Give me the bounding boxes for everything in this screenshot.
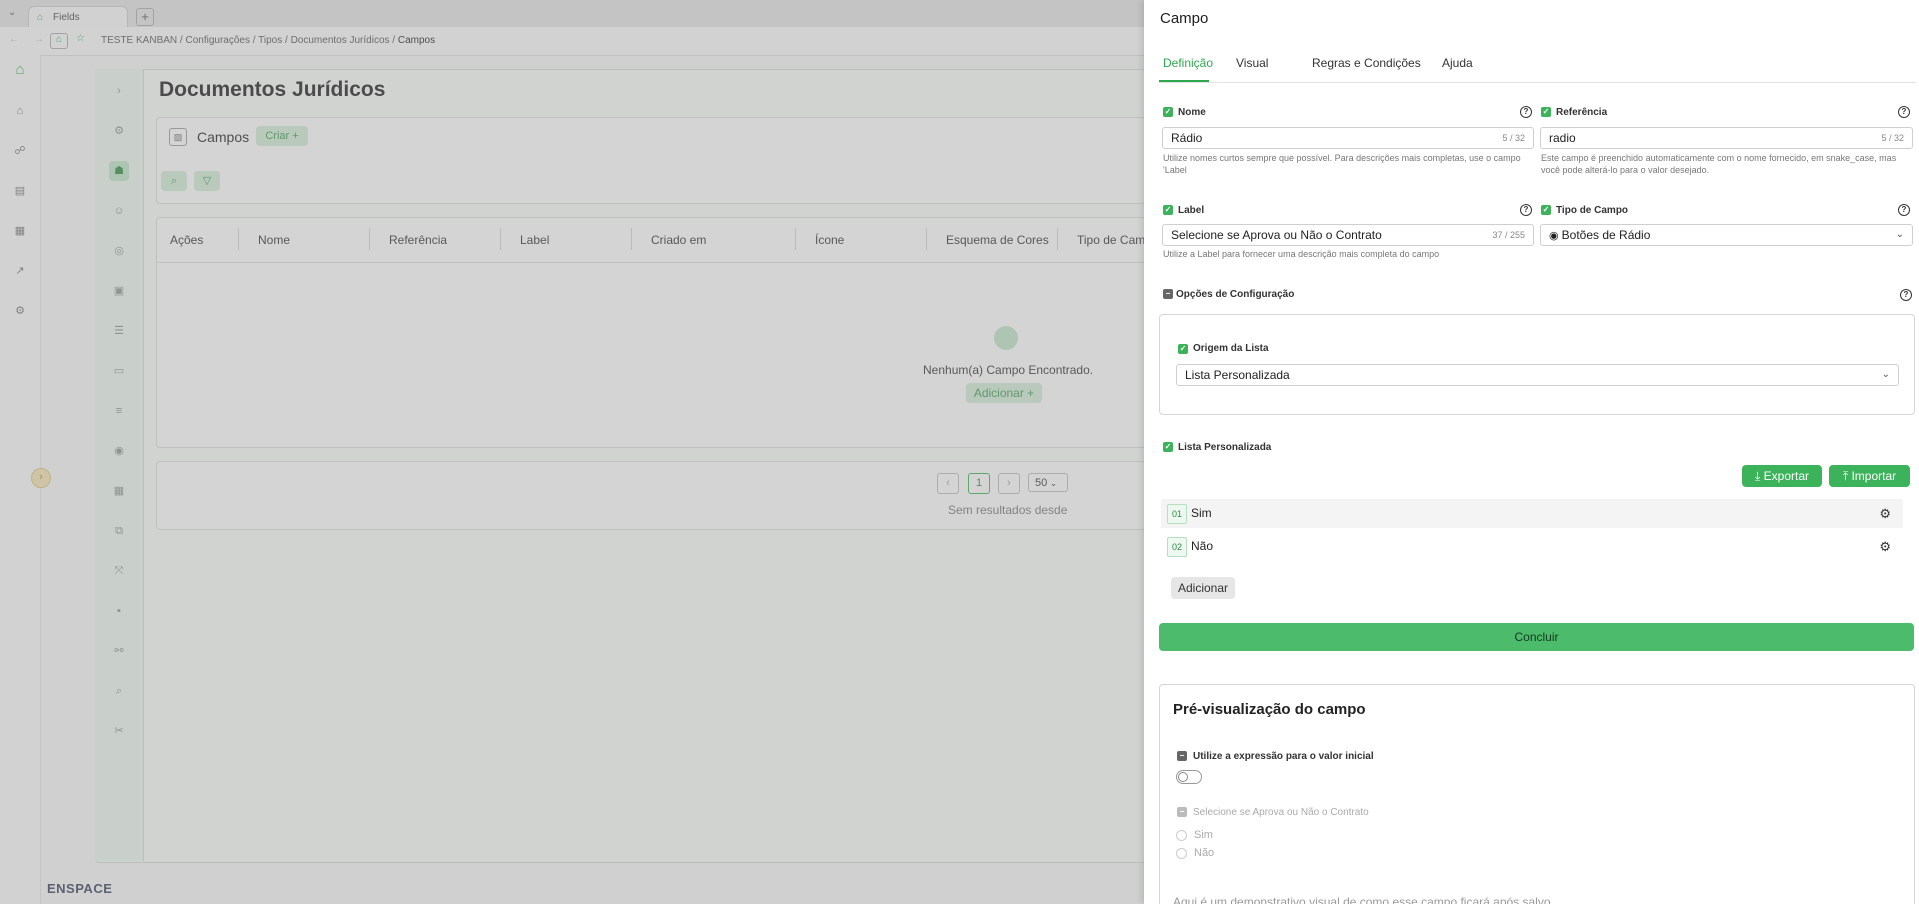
active-tab-indicator: [1159, 80, 1209, 82]
import-label: Importar: [1851, 469, 1897, 483]
reference-char-count: 5 / 32: [1881, 133, 1904, 143]
name-label: Nome: [1178, 107, 1206, 118]
preview-option-label: Sim: [1194, 829, 1213, 841]
drawer-title: Campo: [1160, 10, 1209, 27]
config-help-icon[interactable]: ?: [1900, 289, 1912, 301]
label-checkbox[interactable]: ✓: [1163, 205, 1173, 215]
list-item-label: Não: [1191, 539, 1214, 553]
name-input[interactable]: Rádio 5 / 32: [1162, 127, 1534, 149]
custom-list-checkbox[interactable]: ✓: [1163, 442, 1173, 452]
gear-icon[interactable]: ⚙: [1879, 506, 1891, 522]
name-help-icon[interactable]: ?: [1520, 106, 1532, 118]
label-value: Selecione se Aprova ou Não o Contrato: [1171, 228, 1382, 242]
chevron-down-icon: ⌄: [1881, 369, 1890, 380]
tab-definicao[interactable]: Definição: [1163, 56, 1213, 70]
reference-value: radio: [1549, 131, 1576, 145]
field-type-label: Tipo de Campo: [1556, 205, 1629, 216]
field-type-help-icon[interactable]: ?: [1898, 204, 1910, 216]
list-origin-label: Origem da Lista: [1193, 343, 1269, 354]
config-collapse-icon[interactable]: −: [1163, 289, 1173, 299]
reference-help-icon[interactable]: ?: [1898, 106, 1910, 118]
field-type-checkbox[interactable]: ✓: [1541, 205, 1551, 215]
reference-hint: Este campo é preenchido automaticamente …: [1541, 153, 1897, 175]
tab-help[interactable]: Ajuda: [1442, 56, 1473, 70]
background-app: ⌄ ⌂ Fields + ← → ⌂ ☆ TESTE KANBAN / Conf…: [0, 0, 1146, 904]
reference-input[interactable]: radio 5 / 32: [1540, 127, 1913, 149]
list-item[interactable]: 01 Sim ⚙: [1161, 499, 1903, 528]
name-value: Rádio: [1171, 131, 1203, 145]
config-options-label: Opções de Configuração: [1176, 289, 1295, 300]
list-item-label: Sim: [1191, 506, 1212, 520]
preview-footer: Aqui é um demonstrativo visual de como e…: [1173, 895, 1551, 904]
drawer-tabs: Definição Visual Regras e Condições Ajud…: [1159, 56, 1916, 83]
export-button[interactable]: ⤓ Exportar: [1742, 465, 1822, 487]
preview-field-collapse-icon[interactable]: −: [1177, 807, 1187, 817]
preview-option-label: Não: [1194, 847, 1215, 859]
preview-field-label: Selecione se Aprova ou Não o Contrato: [1193, 807, 1369, 818]
custom-list-label: Lista Personalizada: [1178, 442, 1272, 453]
label-input[interactable]: Selecione se Aprova ou Não o Contrato 37…: [1162, 224, 1534, 246]
gear-icon[interactable]: ⚙: [1879, 539, 1891, 555]
expression-label: Utilize a expressão para o valor inicial: [1193, 751, 1374, 762]
preview-title: Pré-visualização do campo: [1173, 701, 1366, 718]
import-button[interactable]: ⤒ Importar: [1829, 465, 1910, 487]
preview-radio[interactable]: [1176, 830, 1187, 841]
add-list-item-button[interactable]: Adicionar: [1171, 577, 1235, 599]
name-checkbox[interactable]: ✓: [1163, 107, 1173, 117]
preview-radio[interactable]: [1176, 848, 1187, 859]
modal-overlay[interactable]: [0, 0, 1144, 904]
field-type-value: Botões de Rádio: [1561, 228, 1651, 242]
list-origin-checkbox[interactable]: ✓: [1178, 344, 1188, 354]
label-char-count: 37 / 255: [1492, 230, 1525, 240]
tab-rules[interactable]: Regras e Condições: [1312, 56, 1421, 70]
export-label: Exportar: [1763, 469, 1809, 483]
reference-checkbox[interactable]: ✓: [1541, 107, 1551, 117]
name-char-count: 5 / 32: [1502, 133, 1525, 143]
label-hint: Utilize a Label para fornecer uma descri…: [1163, 249, 1440, 259]
radio-button-icon: ◉: [1549, 230, 1562, 242]
chevron-down-icon: ⌄: [1895, 229, 1904, 240]
list-origin-value: Lista Personalizada: [1185, 368, 1290, 382]
expression-toggle[interactable]: [1176, 770, 1202, 784]
field-type-select[interactable]: ◉ Botões de Rádio ⌄: [1540, 224, 1913, 246]
list-item-number: 01: [1167, 504, 1187, 524]
list-origin-select[interactable]: Lista Personalizada ⌄: [1176, 364, 1899, 386]
tab-visual[interactable]: Visual: [1236, 56, 1268, 70]
reference-label: Referência: [1556, 107, 1608, 118]
label-label: Label: [1178, 205, 1205, 216]
field-drawer: Campo Definição Visual Regras e Condiçõe…: [1144, 0, 1919, 904]
expression-collapse-icon[interactable]: −: [1177, 751, 1187, 761]
name-hint: Utilize nomes curtos sempre que possível…: [1163, 153, 1521, 175]
download-icon: ⤓: [1755, 469, 1764, 483]
label-help-icon[interactable]: ?: [1520, 204, 1532, 216]
list-item[interactable]: 02 Não ⚙: [1161, 532, 1903, 561]
conclude-button[interactable]: Concluir: [1159, 623, 1914, 651]
list-item-number: 02: [1167, 537, 1187, 557]
